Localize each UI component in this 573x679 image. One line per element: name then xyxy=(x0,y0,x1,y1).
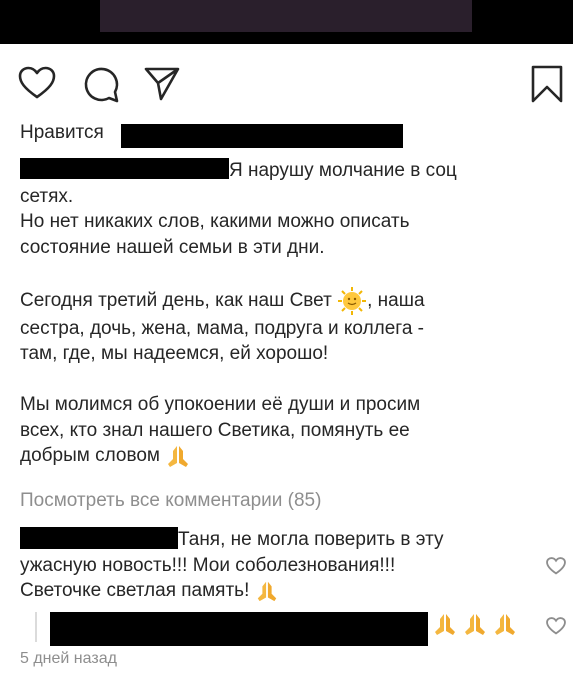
redacted-commenter xyxy=(20,527,178,549)
caption-line: Я нарушу молчание в соц xyxy=(229,160,457,181)
post-caption: Я нарушу молчание в соц сетях. Но нет ни… xyxy=(20,158,540,469)
caption-line: всех, кто знал нашего Светика, помянуть … xyxy=(20,419,410,441)
redacted-author xyxy=(20,158,229,179)
likes-label: Нравится xyxy=(20,122,104,143)
caption-line: Сегодня третий день, как наш Свет xyxy=(20,289,332,311)
caption-line: , наша xyxy=(367,289,425,311)
praying-hands-icon xyxy=(435,614,515,635)
likes-line: Нравится xyxy=(20,121,104,145)
caption-line: добрым словом xyxy=(20,445,160,467)
redacted-username xyxy=(121,124,403,148)
reply-emojis xyxy=(432,610,522,643)
caption-line: сестра, дочь, жена, мама, подруга и колл… xyxy=(20,317,424,339)
praying-hands-icon xyxy=(168,446,189,467)
caption-line: сетях. xyxy=(20,185,74,207)
comment-like-icon[interactable] xyxy=(546,557,566,575)
caption-line: Но нет никаких слов, какими можно описат… xyxy=(20,211,410,232)
praying-hands-icon xyxy=(257,581,276,602)
view-all-comments-link[interactable]: Посмотреть все комментарии (85) xyxy=(20,490,321,512)
caption-line: состояние нашей семьи в эти дни. xyxy=(20,236,325,258)
caption-line: Мы молимся об упокоении её души и просим xyxy=(20,394,421,415)
comment: Таня, не могла поверить в эту ужасную но… xyxy=(20,527,530,604)
comment-line: Таня, не могла поверить в эту xyxy=(178,529,444,550)
comment-icon[interactable] xyxy=(82,65,120,103)
redacted-reply-author xyxy=(50,612,428,646)
reply-like-icon[interactable] xyxy=(546,617,566,635)
caption-line: там, где, мы надеемся, ей хорошо! xyxy=(20,343,329,364)
bookmark-icon[interactable] xyxy=(530,64,564,104)
comment-line: ужасную новость!!! Мои соболезнования!!! xyxy=(20,554,396,576)
like-icon[interactable] xyxy=(18,66,56,100)
share-icon[interactable] xyxy=(143,66,181,102)
reply-thread-line xyxy=(35,612,37,642)
post-image[interactable] xyxy=(100,0,472,32)
comment-line: Светочке светлая память! xyxy=(20,580,250,601)
sun-emoji-icon xyxy=(338,286,367,315)
post-timestamp: 5 дней назад xyxy=(20,650,117,667)
